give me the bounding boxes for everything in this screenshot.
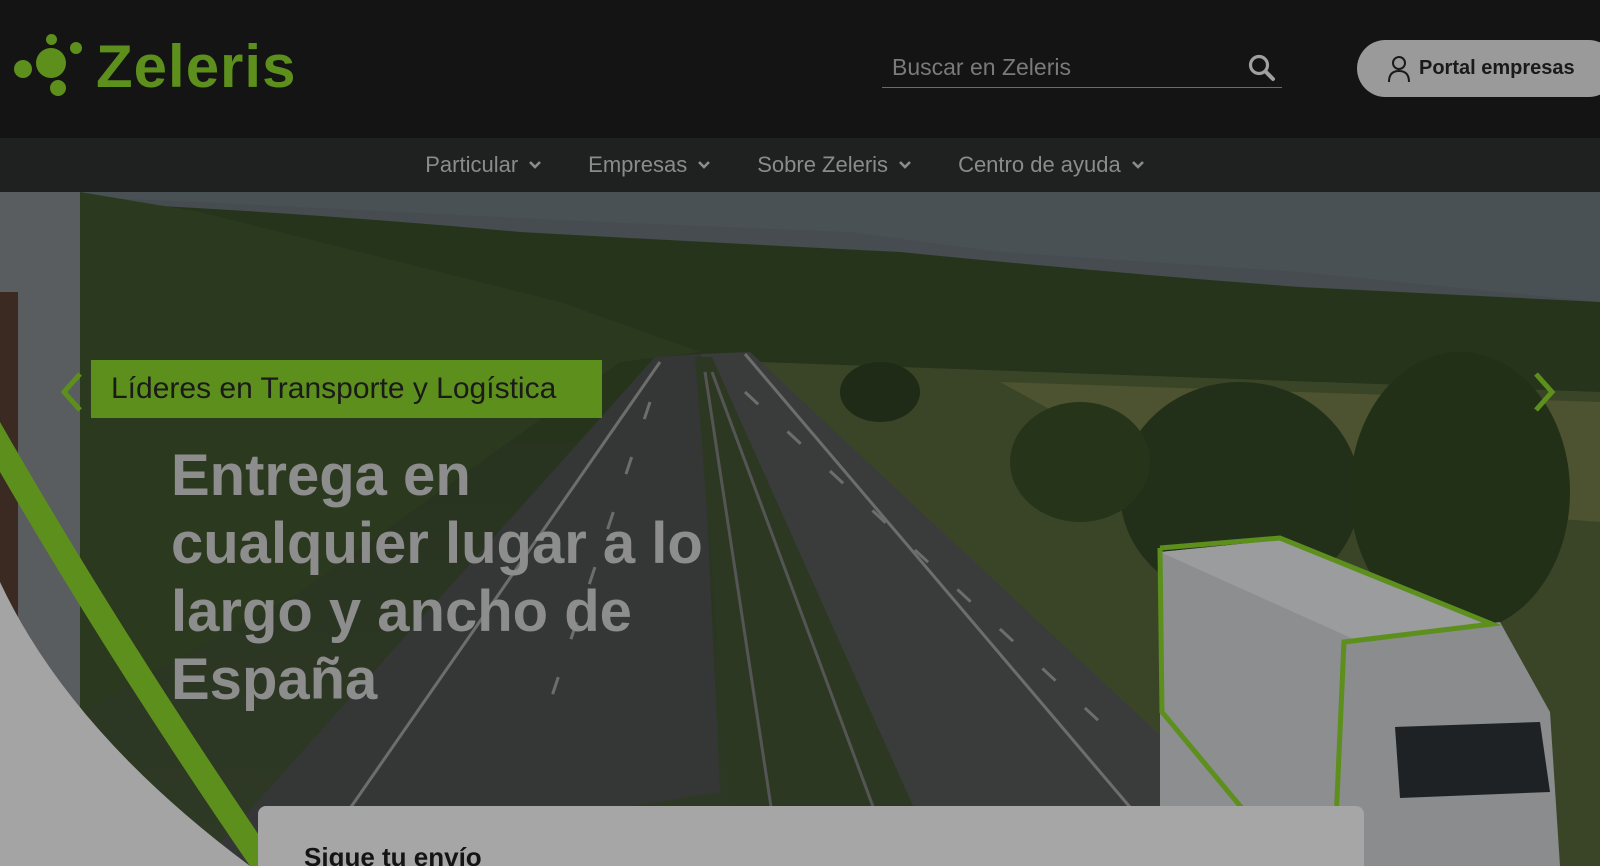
carousel-prev-arrow-icon[interactable] (58, 370, 84, 419)
site-header: Zeleris Portal empresas (0, 0, 1600, 138)
search-icon[interactable] (1242, 48, 1282, 88)
chevron-down-icon (898, 160, 912, 170)
logo-dots-icon (12, 34, 82, 100)
nav-item-label: Particular (425, 152, 519, 177)
main-nav: Particular Empresas Sobre Zeleris Centro… (0, 138, 1600, 192)
brand-name: Zeleris (96, 33, 297, 100)
portal-empresas-button[interactable]: Portal empresas (1357, 40, 1600, 97)
chevron-down-icon (697, 160, 711, 170)
carousel-next-arrow-icon[interactable] (1532, 370, 1558, 419)
nav-item-label: Empresas (588, 152, 688, 177)
tracking-card: Sigue tu envío (258, 806, 1364, 866)
user-icon (1387, 55, 1411, 83)
brand-logo[interactable]: Zeleris (12, 30, 296, 104)
hero-banner: Líderes en Transporte y Logística Entreg… (0, 192, 1600, 866)
tracking-title: Sigue tu envío (304, 842, 482, 866)
nav-item-sobre-zeleris[interactable]: Sobre Zeleris (757, 152, 912, 178)
hero-tagline: Líderes en Transporte y Logística (91, 360, 602, 418)
hero-headline: Entrega en cualquier lugar a lo largo y … (171, 443, 703, 712)
page: Zeleris Portal empresas Particu (0, 0, 1600, 866)
nav-item-label: Sobre Zeleris (757, 152, 889, 177)
chevron-down-icon (1131, 160, 1145, 170)
nav-item-particular[interactable]: Particular (425, 152, 542, 178)
nav-item-centro-de-ayuda[interactable]: Centro de ayuda (958, 152, 1145, 178)
nav-item-empresas[interactable]: Empresas (588, 152, 711, 178)
portal-empresas-label: Portal empresas (1419, 57, 1575, 79)
chevron-down-icon (528, 160, 542, 170)
search-input[interactable] (882, 54, 1242, 81)
nav-item-label: Centro de ayuda (958, 152, 1121, 177)
search-bar (882, 48, 1282, 88)
